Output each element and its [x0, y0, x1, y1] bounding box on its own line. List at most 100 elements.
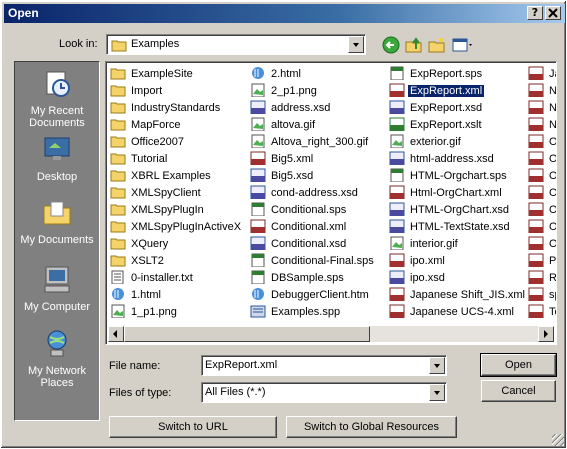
file-item[interactable]: address.xsd	[250, 100, 388, 117]
file-item[interactable]: O	[528, 151, 556, 168]
horizontal-scrollbar[interactable]	[108, 326, 554, 342]
file-item[interactable]: cond-address.xsd	[250, 185, 388, 202]
new-folder-icon[interactable]	[427, 35, 447, 55]
file-item[interactable]: O	[528, 185, 556, 202]
arrow-left-icon	[113, 330, 117, 338]
file-item[interactable]: ExpReport.xml	[389, 83, 527, 100]
file-item[interactable]: O	[528, 219, 556, 236]
file-name-text: ExpReport.xslt	[410, 119, 482, 132]
look-in-dropdown-button[interactable]	[348, 36, 364, 53]
file-item[interactable]: altova.gif	[250, 117, 388, 134]
file-name-dropdown-button[interactable]	[429, 357, 445, 374]
folder-item[interactable]: XMLSpyPlugIn	[110, 202, 248, 219]
file-item[interactable]: Ja	[528, 66, 556, 83]
file-type-select[interactable]: All Files (*.*)	[201, 382, 447, 403]
file-item[interactable]: ipo.xsd	[389, 270, 527, 287]
folder-item[interactable]: XQuery	[110, 236, 248, 253]
file-item[interactable]: DBSample.sps	[250, 270, 388, 287]
file-item[interactable]: ExpReport.sps	[389, 66, 527, 83]
file-item[interactable]: HTML-OrgChart.xsd	[389, 202, 527, 219]
folder-item[interactable]: Import	[110, 83, 248, 100]
file-item[interactable]: Te	[528, 304, 556, 321]
file-type-value: All Files (*.*)	[205, 386, 266, 398]
file-item[interactable]: exterior.gif	[389, 134, 527, 151]
file-item[interactable]: 2.html	[250, 66, 388, 83]
file-item[interactable]: 1.html	[110, 287, 248, 304]
file-item[interactable]: Conditional.xml	[250, 219, 388, 236]
file-item[interactable]: R	[528, 270, 556, 287]
file-item[interactable]: 0-installer.txt	[110, 270, 248, 287]
folder-item[interactable]: Office2007	[110, 134, 248, 151]
back-icon[interactable]	[381, 35, 401, 55]
view-menu-icon[interactable]	[451, 35, 475, 55]
file-item[interactable]: sp	[528, 287, 556, 304]
file-item[interactable]: Japanese UCS-4.xml	[389, 304, 527, 321]
html-icon	[252, 288, 264, 301]
file-item[interactable]: ipo.xml	[389, 253, 527, 270]
open-button[interactable]: Open	[480, 353, 557, 377]
folder-item[interactable]: MapForce	[110, 117, 248, 134]
resize-grip[interactable]	[552, 434, 564, 446]
folder-item[interactable]: XSLT2	[110, 253, 248, 270]
file-item[interactable]: N	[528, 117, 556, 134]
file-item[interactable]: Big5.xml	[250, 151, 388, 168]
title-bar[interactable]: Open	[4, 4, 565, 23]
file-item[interactable]: HTML-Orgchart.sps	[389, 168, 527, 185]
file-item[interactable]: Pu	[528, 253, 556, 270]
file-item[interactable]: ExpReport.xslt	[389, 117, 527, 134]
scroll-right-button[interactable]	[538, 326, 554, 342]
file-type-dropdown-button[interactable]	[429, 384, 445, 401]
file-item[interactable]: O	[528, 134, 556, 151]
folder-item[interactable]: XBRL Examples	[110, 168, 248, 185]
xml-icon	[389, 185, 405, 200]
file-item[interactable]: interior.gif	[389, 236, 527, 253]
file-item[interactable]: O	[528, 202, 556, 219]
folder-item[interactable]: XMLSpyClient	[110, 185, 248, 202]
look-in-combo[interactable]: Examples	[106, 34, 366, 55]
file-item[interactable]: Big5.xsd	[250, 168, 388, 185]
file-item[interactable]: DebuggerClient.htm	[250, 287, 388, 304]
place-label: My Recent Documents	[29, 105, 85, 129]
folder-item[interactable]: IndustryStandards	[110, 100, 248, 117]
open-dialog: Open ? Look in: Examples My Recent Docum…	[0, 0, 567, 449]
switch-to-url-button[interactable]: Switch to URL	[109, 416, 277, 438]
file-item[interactable]: html-address.xsd	[389, 151, 527, 168]
file-item[interactable]: O	[528, 168, 556, 185]
file-item[interactable]: Conditional.sps	[250, 202, 388, 219]
file-item[interactable]: 2_p1.png	[250, 83, 388, 100]
xml-icon	[528, 253, 544, 268]
look-in-label: Look in:	[59, 38, 98, 50]
file-item[interactable]: N	[528, 100, 556, 117]
file-name-input[interactable]: ExpReport.xml	[201, 355, 447, 376]
file-item[interactable]: 1_p1.png	[110, 304, 248, 321]
cancel-button[interactable]: Cancel	[481, 380, 556, 402]
file-item[interactable]: Conditional-Final.sps	[250, 253, 388, 270]
folder-item[interactable]: Tutorial	[110, 151, 248, 168]
file-item[interactable]: Japanese Shift_JIS.xml	[389, 287, 527, 304]
help-button[interactable]: ?	[527, 6, 543, 20]
scroll-thumb[interactable]	[124, 326, 370, 342]
place-recent[interactable]: My Recent Documents	[15, 66, 99, 129]
switch-to-global-resources-button[interactable]: Switch to Global Resources	[286, 416, 457, 438]
up-folder-icon[interactable]	[404, 35, 424, 55]
place-network[interactable]: My Network Places	[15, 326, 99, 389]
xml-icon	[528, 185, 544, 200]
place-my-computer[interactable]: My Computer	[15, 262, 99, 324]
close-button[interactable]	[545, 6, 561, 20]
scroll-left-button[interactable]	[108, 326, 124, 342]
file-item[interactable]: O	[528, 236, 556, 253]
xml-icon	[528, 134, 544, 149]
place-desktop[interactable]: Desktop	[15, 132, 99, 194]
file-item[interactable]: Html-OrgChart.xml	[389, 185, 527, 202]
place-my-documents[interactable]: My Documents	[15, 195, 99, 257]
folder-item[interactable]: XMLSpyPlugInActiveX	[110, 219, 248, 236]
file-item[interactable]: Examples.spp	[250, 304, 388, 321]
folder-item[interactable]: ExampleSite	[110, 66, 248, 83]
file-list[interactable]: TespRPuOOOOOOONNNJaJapanese UCS-4.xmlJap…	[105, 61, 557, 345]
file-item[interactable]: N	[528, 83, 556, 100]
file-item[interactable]: HTML-TextState.xsd	[389, 219, 527, 236]
file-item[interactable]: Altova_right_300.gif	[250, 134, 388, 151]
look-in-value: Examples	[131, 38, 180, 50]
file-item[interactable]: ExpReport.xsd	[389, 100, 527, 117]
file-item[interactable]: Conditional.xsd	[250, 236, 388, 253]
